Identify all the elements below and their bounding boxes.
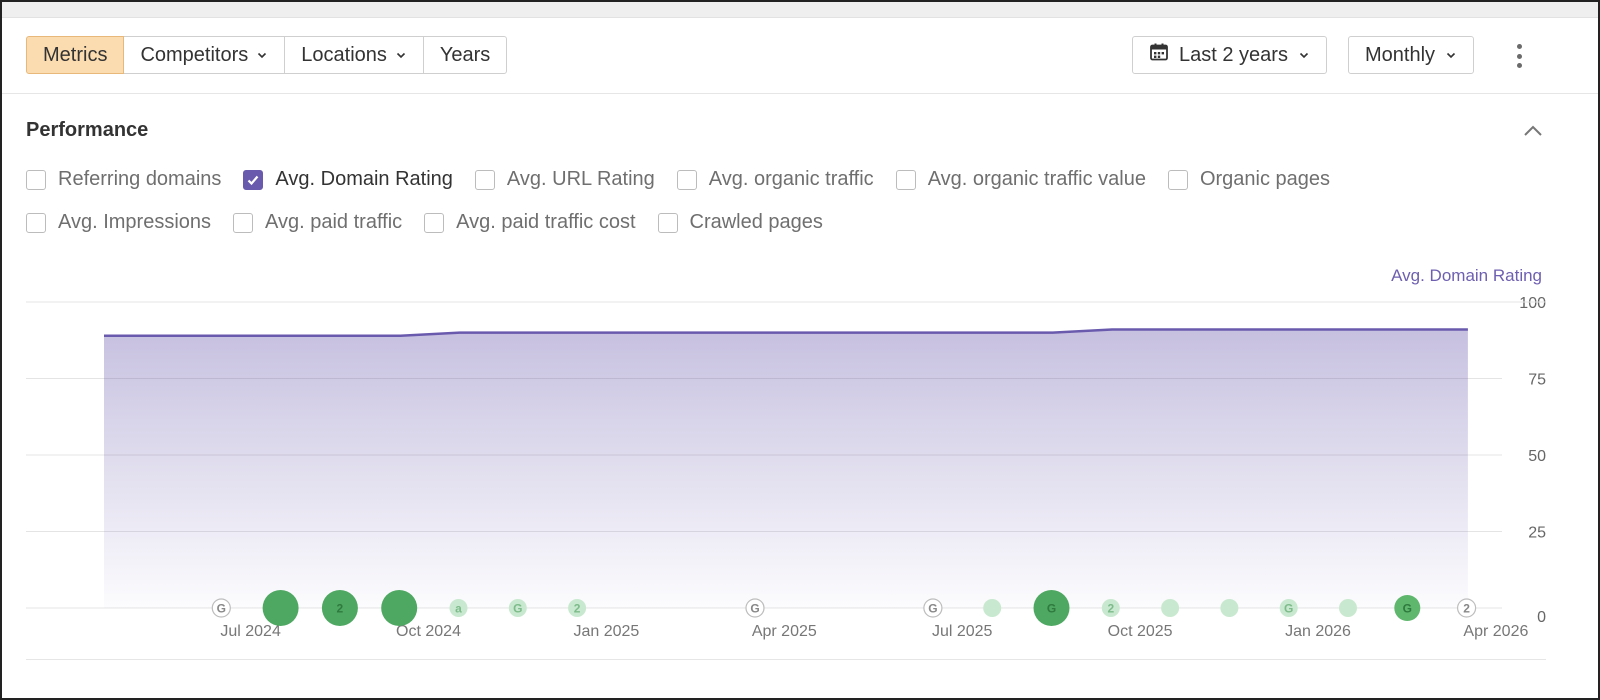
metric-checkbox-avg-domain-rating[interactable]: Avg. Domain Rating xyxy=(243,168,453,191)
metric-label: Referring domains xyxy=(58,168,222,190)
metric-label: Avg. paid traffic xyxy=(265,211,403,233)
algorithm-update-marker-icon xyxy=(1161,599,1180,617)
marker-label: G xyxy=(928,602,937,616)
algorithm-update-marker-icon xyxy=(381,590,418,626)
metric-checkbox-row: Avg. Impressions Avg. paid traffic Avg. pa… xyxy=(26,211,845,234)
metric-label: Crawled pages xyxy=(689,211,823,233)
metric-checkbox-organic-pages[interactable]: Organic pages xyxy=(1167,168,1331,191)
top-strip xyxy=(2,2,1598,18)
checkbox-icon[interactable] xyxy=(657,212,678,233)
tab-label: Metrics xyxy=(43,43,108,66)
date-range-dropdown[interactable]: Last 2 years xyxy=(1132,36,1327,74)
marker-label: G xyxy=(1403,602,1412,616)
marker-label: G xyxy=(750,602,759,616)
tab-label: Competitors xyxy=(140,43,249,66)
divider xyxy=(2,93,1598,94)
marker-label: G xyxy=(1284,602,1293,616)
metric-checkbox-avg-paid-traffic-cost[interactable]: Avg. paid traffic cost xyxy=(424,211,636,234)
chevron-down-icon xyxy=(395,49,407,61)
checkbox-icon[interactable] xyxy=(895,169,916,190)
y-tick-label: 25 xyxy=(1528,525,1546,542)
marker-label: G xyxy=(1047,602,1056,616)
y-tick-label: 100 xyxy=(1519,295,1546,312)
metric-label: Organic pages xyxy=(1199,168,1331,190)
section-title: Performance xyxy=(26,119,149,141)
checkbox-icon[interactable] xyxy=(424,212,445,233)
domain-rating-area-chart: 100 75 50 25 0 Jul 2024 Oct 2024 Jan 2025 Apr 20… xyxy=(26,295,1546,640)
x-tick-label: Apr 2026 xyxy=(1463,623,1528,640)
metric-checkbox-avg-url-rating[interactable]: Avg. URL Rating xyxy=(474,168,655,191)
checkbox-icon[interactable] xyxy=(233,212,254,233)
marker-label: G xyxy=(217,602,226,616)
chevron-down-icon xyxy=(1298,49,1310,61)
chevron-down-icon xyxy=(256,49,268,61)
marker-label: 2 xyxy=(574,602,581,616)
x-tick-label: Jan 2025 xyxy=(573,623,639,640)
metric-checkbox-referring-domains[interactable]: Referring domains xyxy=(26,168,221,191)
calendar-icon xyxy=(1149,42,1169,68)
algorithm-update-marker-icon xyxy=(983,599,1002,617)
checkbox-icon[interactable] xyxy=(26,169,46,190)
metric-label: Avg. organic traffic xyxy=(708,168,874,190)
marker-label: 2 xyxy=(1107,602,1114,616)
tab-locations[interactable]: Locations xyxy=(284,36,424,74)
performance-panel: Metrics Competitors Locations Years Last 2 … xyxy=(0,0,1600,700)
chevron-down-icon xyxy=(1445,49,1457,61)
y-tick-label: 0 xyxy=(1537,609,1546,626)
marker-label: a xyxy=(455,602,462,616)
metric-checkbox-crawled-pages[interactable]: Crawled pages xyxy=(657,211,823,234)
metric-checkbox-avg-organic-traffic-value[interactable]: Avg. organic traffic value xyxy=(895,168,1146,191)
series-area xyxy=(104,329,1468,608)
chevron-up-icon[interactable] xyxy=(1520,120,1546,142)
checkbox-icon[interactable] xyxy=(26,212,46,233)
metric-label: Avg. URL Rating xyxy=(506,168,655,190)
x-tick-label: Jul 2024 xyxy=(220,623,281,640)
metric-label: Avg. Impressions xyxy=(58,211,212,233)
kebab-menu-icon[interactable] xyxy=(1508,42,1530,70)
x-tick-label: Oct 2024 xyxy=(396,623,461,640)
divider xyxy=(26,659,1546,660)
metric-checkbox-avg-organic-traffic[interactable]: Avg. organic traffic xyxy=(676,168,874,191)
tab-metrics[interactable]: Metrics xyxy=(26,36,125,74)
x-tick-label: Jan 2026 xyxy=(1285,623,1351,640)
checkbox-icon[interactable] xyxy=(1167,169,1188,190)
metric-checkbox-row: Referring domains Avg. Domain Rating Avg. … xyxy=(26,168,1352,191)
checkbox-icon[interactable] xyxy=(676,169,697,190)
view-tabs: Metrics Competitors Locations Years xyxy=(26,36,508,74)
algorithm-update-marker-icon xyxy=(262,590,299,626)
y-axis-title: Avg. Domain Rating xyxy=(1391,266,1542,285)
tab-label: Locations xyxy=(301,43,387,66)
tab-competitors[interactable]: Competitors xyxy=(123,36,286,74)
metric-label: Avg. paid traffic cost xyxy=(456,211,636,233)
date-range-label: Last 2 years xyxy=(1179,43,1288,66)
x-tick-label: Jul 2025 xyxy=(932,623,993,640)
tab-label: Years xyxy=(439,43,491,66)
metric-label: Avg. Domain Rating xyxy=(275,168,453,190)
y-tick-label: 50 xyxy=(1528,448,1546,465)
metric-checkbox-avg-impressions[interactable]: Avg. Impressions xyxy=(26,211,211,234)
tab-years[interactable]: Years xyxy=(422,36,508,74)
x-tick-label: Oct 2025 xyxy=(1108,623,1173,640)
checkbox-icon[interactable] xyxy=(474,169,495,190)
algorithm-update-marker-icon xyxy=(1339,599,1357,617)
algorithm-update-marker-icon xyxy=(1220,599,1239,617)
frequency-dropdown[interactable]: Monthly xyxy=(1348,36,1475,74)
marker-label: 2 xyxy=(1463,602,1470,616)
metric-label: Avg. organic traffic value xyxy=(927,168,1146,190)
marker-label: G xyxy=(513,602,522,616)
x-tick-label: Apr 2025 xyxy=(752,623,817,640)
marker-label: 2 xyxy=(337,602,344,616)
checkbox-checked-icon[interactable] xyxy=(243,169,264,190)
y-tick-label: 75 xyxy=(1528,372,1546,389)
metric-checkbox-avg-paid-traffic[interactable]: Avg. paid traffic xyxy=(233,211,402,234)
frequency-label: Monthly xyxy=(1365,43,1436,66)
